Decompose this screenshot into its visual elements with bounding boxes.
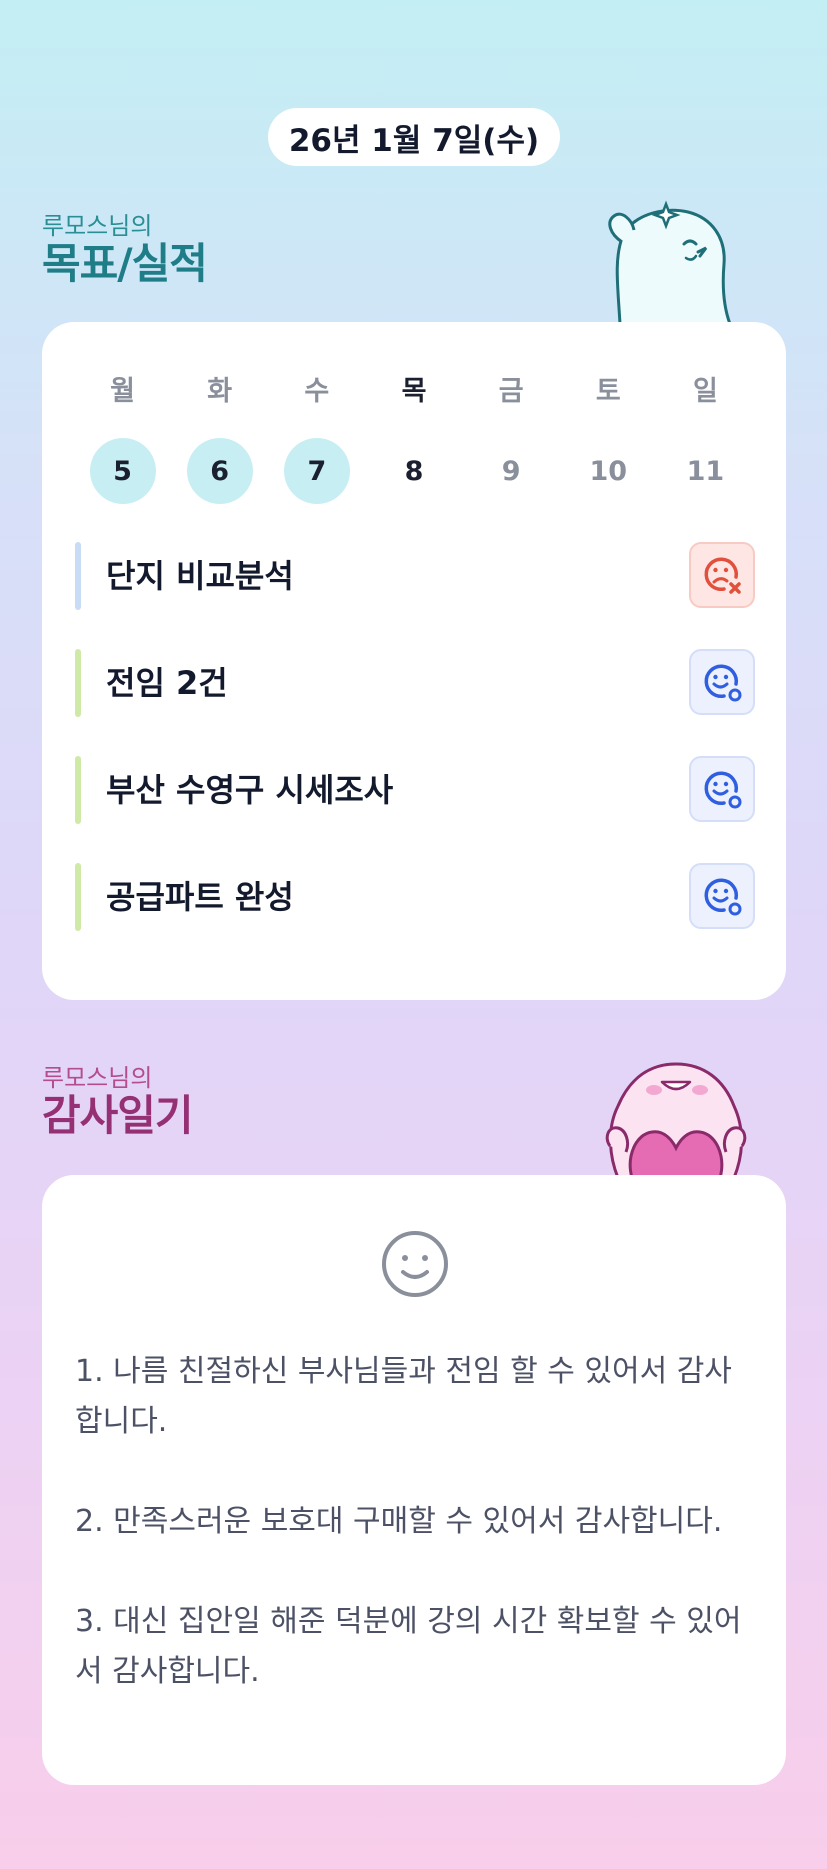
goal-status-button[interactable] <box>689 863 755 929</box>
sad-face-x-icon <box>704 557 741 594</box>
calendar-day-wed[interactable]: 수 7 <box>268 374 365 504</box>
calendar-day-fri[interactable]: 금 9 <box>463 374 560 504</box>
pink-mascot-heart-icon <box>605 1062 747 1178</box>
date-label[interactable]: 26년 1월 7일(수) <box>268 108 560 166</box>
gratitude-entry: 3. 대신 집안일 해준 덕분에 강의 시간 확보할 수 있어서 감사합니다. <box>75 1604 742 1689</box>
week-calendar: 월 5 화 6 수 7 목 8 금 9 토 10 일 11 <box>74 374 754 504</box>
ghost-mascot-icon <box>608 200 732 324</box>
day-number: 5 <box>89 438 156 504</box>
calendar-day-thu[interactable]: 목 8 <box>365 374 462 504</box>
day-of-week-label: 일 <box>692 376 718 407</box>
gratitude-entry: 2. 만족스러운 보호대 구매할 수 있어서 감사합니다. <box>75 1504 723 1539</box>
day-of-week-label: 금 <box>498 376 524 407</box>
smile-check-icon <box>704 664 742 702</box>
day-of-week-label: 월 <box>110 376 135 407</box>
gratitude-section-title: 감사일기 <box>42 1091 194 1140</box>
goal-status-button[interactable] <box>689 542 755 608</box>
gratitude-entries: 1. 나름 친절하신 부사님들과 전임 할 수 있어서 감사합니다. 2. 만족… <box>75 1347 755 1747</box>
gratitude-section-subtitle: 루모스님의 <box>42 1064 153 1092</box>
goal-status-button[interactable] <box>689 649 755 715</box>
gratitude-card: 1. 나름 친절하신 부사님들과 전임 할 수 있어서 감사합니다. 2. 만족… <box>42 1175 786 1785</box>
smile-check-icon <box>704 878 742 916</box>
goal-color-bar <box>75 756 81 824</box>
goal-text: 전임 2건 <box>106 664 228 702</box>
day-number: 7 <box>283 438 350 504</box>
goal-text: 부산 수영구 시세조사 <box>106 771 394 809</box>
calendar-day-sat[interactable]: 토 10 <box>560 374 657 504</box>
calendar-day-sun[interactable]: 일 11 <box>657 374 754 504</box>
day-of-week-label: 화 <box>207 376 233 407</box>
day-of-week-label: 수 <box>304 376 330 407</box>
goal-text: 공급파트 완성 <box>106 878 294 916</box>
goals-card: 월 5 화 6 수 7 목 8 금 9 토 10 일 11 단지 비교분석 전임… <box>42 322 786 1000</box>
gratitude-section-heading: 루모스님의 감사일기 <box>42 1064 194 1140</box>
goals-section-title: 목표/실적 <box>42 239 208 288</box>
goals-section-subtitle: 루모스님의 <box>42 212 153 240</box>
calendar-day-tue[interactable]: 화 6 <box>171 374 268 504</box>
goal-item[interactable]: 공급파트 완성 <box>75 863 755 931</box>
goals-section-heading: 루모스님의 목표/실적 <box>42 212 208 288</box>
goal-item[interactable]: 부산 수영구 시세조사 <box>75 756 755 824</box>
goal-color-bar <box>75 649 81 717</box>
day-number: 11 <box>686 455 725 487</box>
goal-status-button[interactable] <box>689 756 755 822</box>
goal-color-bar <box>75 542 81 610</box>
day-number: 10 <box>589 455 628 487</box>
goal-color-bar <box>75 863 81 931</box>
day-of-week-label: 토 <box>595 376 621 407</box>
goal-text: 단지 비교분석 <box>106 557 294 595</box>
gratitude-entry: 1. 나름 친절하신 부사님들과 전임 할 수 있어서 감사합니다. <box>75 1354 732 1439</box>
goal-item[interactable]: 전임 2건 <box>75 649 755 717</box>
smiley-icon <box>382 1231 448 1297</box>
day-number: 6 <box>186 438 253 504</box>
day-number: 8 <box>404 455 424 487</box>
day-number: 9 <box>501 455 521 487</box>
goal-item[interactable]: 단지 비교분석 <box>75 542 755 610</box>
calendar-day-mon[interactable]: 월 5 <box>74 374 171 504</box>
smile-check-icon <box>704 771 742 809</box>
day-of-week-label: 목 <box>401 376 427 407</box>
